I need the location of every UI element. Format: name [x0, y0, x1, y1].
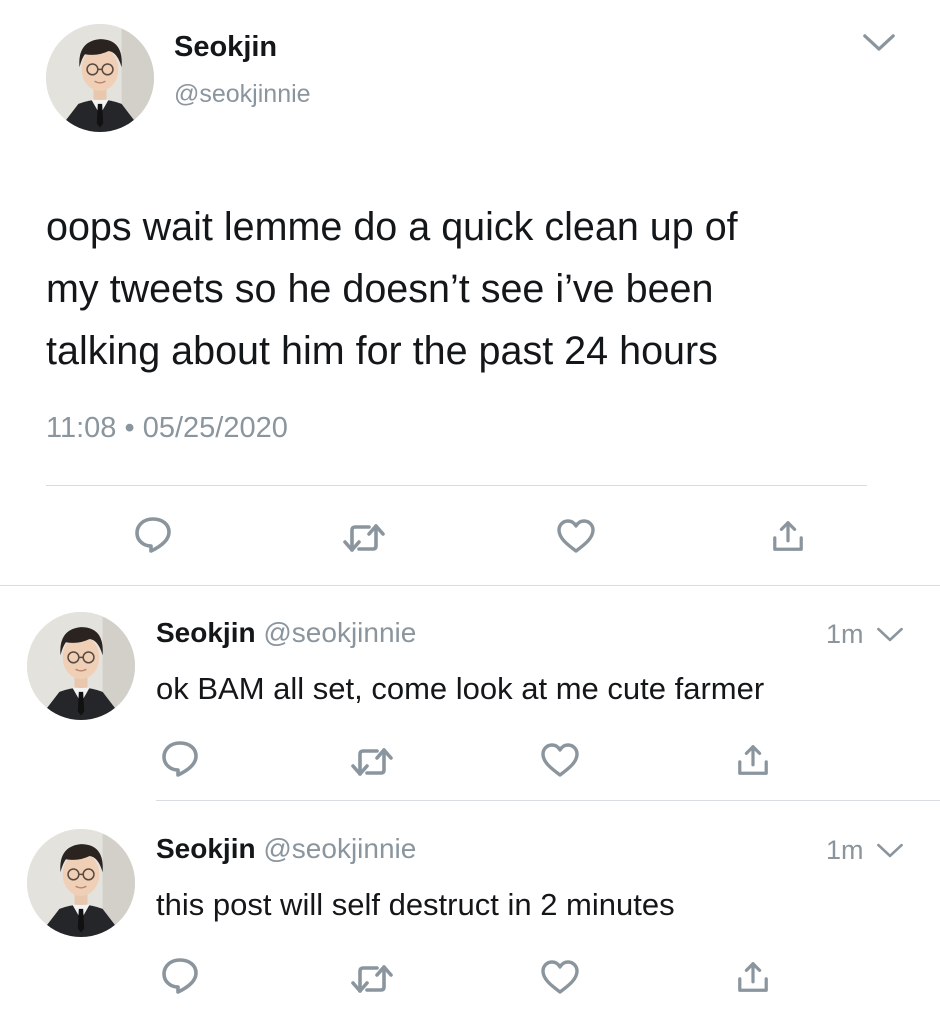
author-name[interactable]: Seokjin	[156, 833, 256, 864]
share-icon[interactable]	[736, 742, 770, 778]
tweet-text-line: talking about him for the past 24 hours	[46, 329, 718, 373]
reply-text: ok BAM all set, come look at me cute far…	[156, 671, 765, 706]
tweet-text-line: my tweets so he doesn’t see i’ve been	[46, 267, 714, 311]
avatar[interactable]	[46, 24, 154, 132]
author-handle[interactable]: @seokjinnie	[263, 833, 416, 864]
reply-age: 1m	[826, 619, 864, 649]
reply-header: Seokjin @seokjinnie	[156, 832, 416, 866]
reply-age: 1m	[826, 835, 864, 865]
like-icon[interactable]	[540, 742, 580, 778]
retweet-icon[interactable]	[350, 744, 394, 780]
author-name[interactable]: Seokjin	[174, 30, 277, 64]
share-icon[interactable]	[736, 959, 770, 995]
author-handle[interactable]: @seokjinnie	[263, 617, 416, 648]
divider	[156, 800, 940, 801]
retweet-icon[interactable]	[350, 961, 394, 997]
chevron-down-icon[interactable]	[876, 842, 904, 859]
tweet-time: 11:08	[46, 412, 117, 444]
like-icon[interactable]	[540, 959, 580, 995]
avatar-image	[27, 612, 135, 720]
chevron-down-icon[interactable]	[862, 32, 896, 53]
tweet-text-line: oops wait lemme do a quick clean up of	[46, 205, 738, 249]
timestamp-separator: •	[124, 412, 135, 444]
share-icon[interactable]	[771, 518, 805, 554]
like-icon[interactable]	[556, 518, 596, 554]
avatar[interactable]	[27, 829, 135, 937]
reply-icon[interactable]	[160, 955, 200, 995]
tweet-date: 05/25/2020	[142, 412, 288, 444]
reply-icon[interactable]	[160, 738, 200, 778]
author-name[interactable]: Seokjin	[156, 617, 256, 648]
reply-icon[interactable]	[133, 514, 173, 554]
reply-header: Seokjin @seokjinnie	[156, 616, 416, 650]
divider	[0, 585, 940, 586]
retweet-icon[interactable]	[342, 520, 386, 556]
divider	[46, 485, 867, 486]
chevron-down-icon[interactable]	[876, 626, 904, 643]
tweet-timestamp[interactable]: 11:08 • 05/25/2020	[46, 410, 288, 446]
reply-text: this post will self destruct in 2 minute…	[156, 887, 675, 922]
avatar-image	[27, 829, 135, 937]
author-handle[interactable]: @seokjinnie	[174, 79, 311, 109]
tweet-text: oops wait lemme do a quick clean up of m…	[46, 196, 738, 382]
avatar-image	[46, 24, 154, 132]
avatar[interactable]	[27, 612, 135, 720]
